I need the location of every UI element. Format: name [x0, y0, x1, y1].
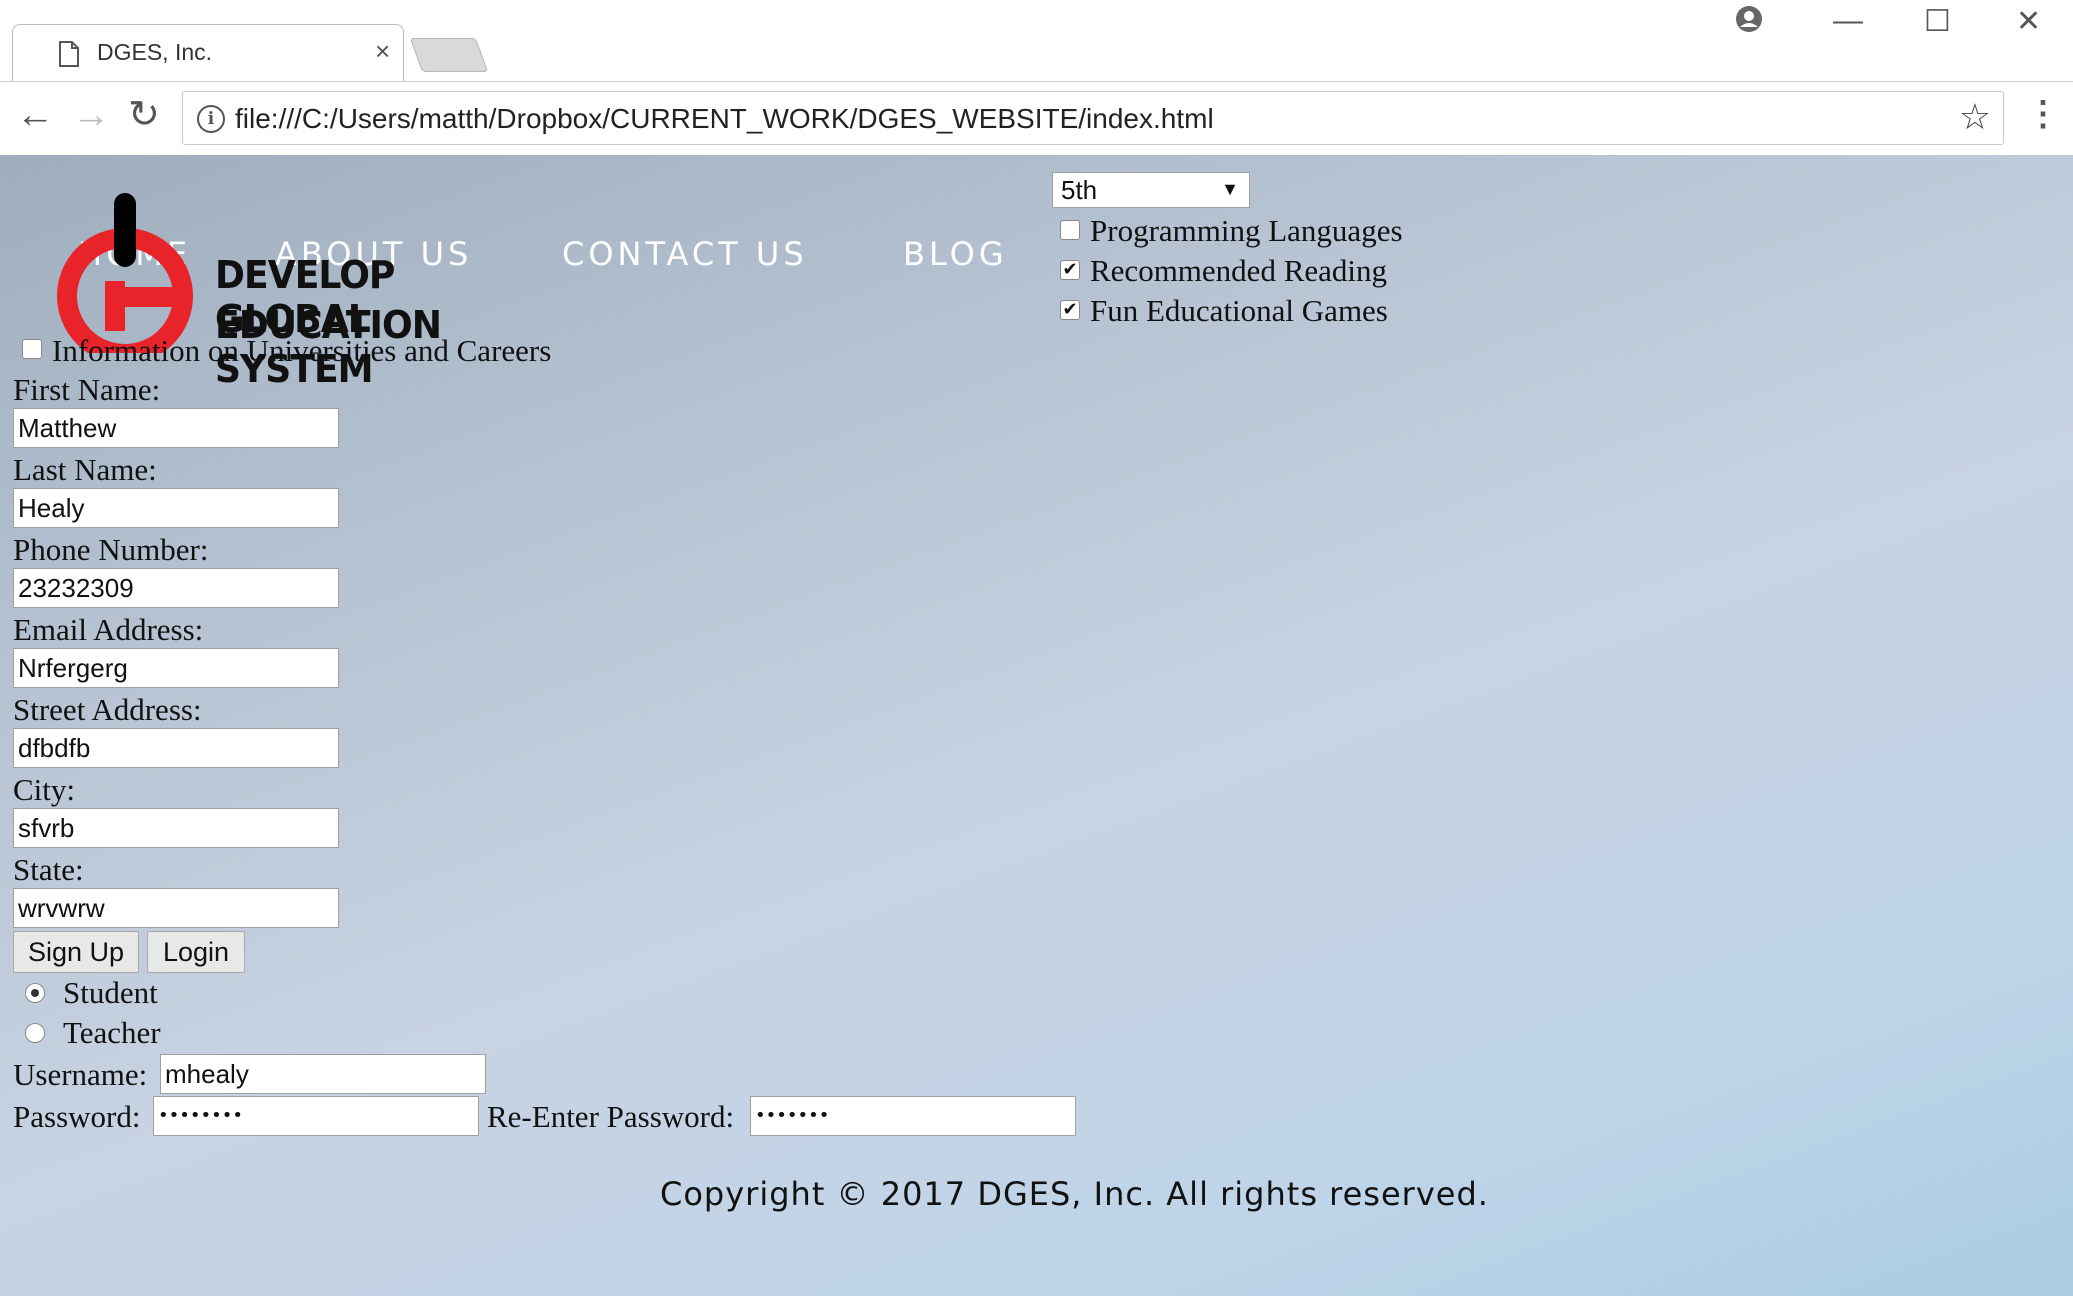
document-icon [59, 41, 79, 67]
label-fun-educational-games: Fun Educational Games [1090, 293, 1388, 328]
label-universities-careers: Information on Universities and Careers [52, 333, 552, 368]
new-tab-button[interactable] [409, 38, 489, 72]
role-student-label: Student [63, 975, 158, 1010]
url-text[interactable]: file:///C:/Users/matth/Dropbox/CURRENT_W… [235, 103, 1214, 135]
password-label: Password: [13, 1099, 141, 1134]
checkbox-universities-careers[interactable] [22, 339, 42, 359]
browser-tab[interactable]: DGES, Inc. × [12, 24, 404, 82]
state-label: State: [13, 852, 84, 887]
role-student-radio[interactable] [25, 983, 45, 1003]
minimize-icon[interactable]: — [1833, 4, 1863, 38]
phone-label: Phone Number: [13, 532, 209, 567]
grade-selected-value: 5th [1061, 175, 1098, 205]
info-icon[interactable]: i [197, 105, 225, 133]
username-label: Username: [13, 1057, 148, 1092]
last-name-label: Last Name: [13, 452, 157, 487]
role-teacher-label: Teacher [63, 1015, 161, 1050]
nav-blog[interactable]: BLOG [903, 235, 1008, 273]
address-bar[interactable]: i file:///C:/Users/matth/Dropbox/CURRENT… [182, 91, 2004, 145]
grade-select[interactable]: 5th ▼ [1052, 172, 1250, 208]
label-programming-languages: Programming Languages [1090, 213, 1403, 248]
email-field[interactable]: Nrfergerg [13, 648, 339, 688]
city-label: City: [13, 772, 76, 807]
page-content: HOME ABOUT US CONTACT US BLOG DEVELOP GL… [0, 155, 2073, 1296]
phone-field[interactable]: 23232309 [13, 568, 339, 608]
label-recommended-reading: Recommended Reading [1090, 253, 1387, 288]
profile-icon[interactable] [1735, 5, 1763, 33]
street-label: Street Address: [13, 692, 202, 727]
back-icon[interactable]: ← [16, 96, 54, 134]
chevron-down-icon: ▼ [1221, 179, 1239, 199]
nav-contact[interactable]: CONTACT US [562, 235, 808, 273]
maximize-icon[interactable]: ☐ [1924, 4, 1951, 39]
reenter-password-label: Re-Enter Password: [487, 1099, 735, 1134]
copyright-text: Copyright © 2017 DGES, Inc. All rights r… [660, 1175, 1489, 1213]
checkbox-recommended-reading[interactable]: ✔ [1060, 260, 1080, 280]
sign-up-button[interactable]: Sign Up [13, 931, 139, 973]
browser-menu-icon[interactable]: ⋮ [2026, 94, 2060, 134]
password-field[interactable]: •••••••• [153, 1096, 479, 1136]
first-name-field[interactable]: Matthew [13, 408, 339, 448]
reload-icon[interactable]: ↻ [128, 96, 160, 134]
dges-logo: DEVELOP GLOBAL EDUCATION SYSTEM [30, 193, 550, 391]
checkbox-programming-languages[interactable] [1060, 220, 1080, 240]
login-button[interactable]: Login [147, 931, 245, 973]
street-field[interactable]: dfbdfb [13, 728, 339, 768]
role-teacher-radio[interactable] [25, 1023, 45, 1043]
tab-close-icon[interactable]: × [375, 36, 390, 67]
checkbox-fun-educational-games[interactable]: ✔ [1060, 300, 1080, 320]
browser-toolbar: ← → ↻ i file:///C:/Users/matth/Dropbox/C… [0, 81, 2073, 156]
last-name-field[interactable]: Healy [13, 488, 339, 528]
tab-title: DGES, Inc. [97, 39, 213, 65]
email-label: Email Address: [13, 612, 204, 647]
username-field[interactable]: mhealy [160, 1054, 486, 1094]
star-icon[interactable]: ☆ [1959, 96, 1991, 138]
reenter-password-field[interactable]: ••••••• [750, 1096, 1076, 1136]
first-name-label: First Name: [13, 372, 161, 407]
state-field[interactable]: wrvwrw [13, 888, 339, 928]
logo-mark-icon [57, 193, 193, 353]
browser-titlebar: DGES, Inc. × — ☐ ✕ [0, 0, 2073, 82]
city-field[interactable]: sfvrb [13, 808, 339, 848]
close-window-icon[interactable]: ✕ [2016, 4, 2041, 39]
forward-icon[interactable]: → [72, 96, 110, 134]
